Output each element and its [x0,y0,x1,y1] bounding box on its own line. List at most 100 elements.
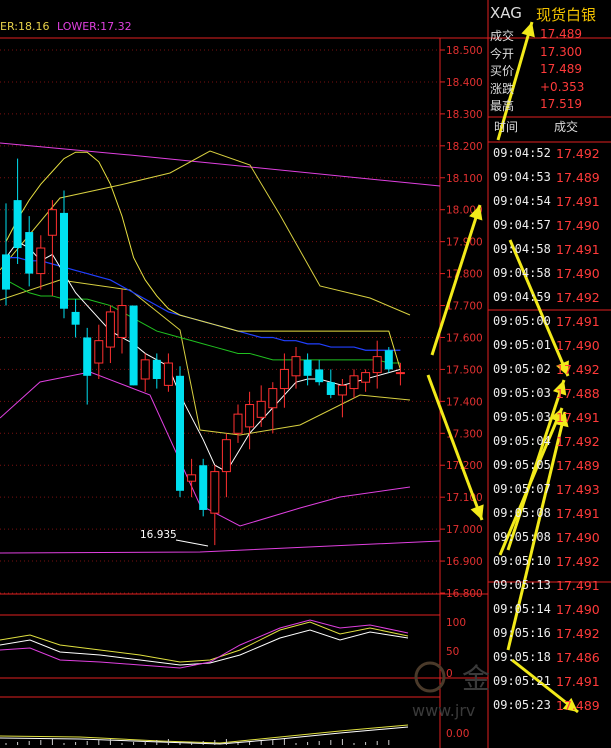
tick-row: 09:04:54 17.491 [488,191,609,214]
candle-body [337,384,347,396]
candle-body [326,382,335,395]
candle-body [199,465,208,510]
tick-time: 09:05:16 [493,626,551,640]
tick-time: 09:04:59 [493,290,551,304]
candle-body [349,375,359,390]
osc-axis-label: 0 [446,668,453,680]
tick-price: 17.490 [556,218,600,233]
tick-time: 09:05:13 [493,578,551,592]
candle-body [152,359,161,379]
candle-body [163,362,173,386]
candle-body [47,209,57,236]
tick-time: 09:04:58 [493,242,551,256]
candle-body [105,311,115,348]
price-axis-label: 18.400 [446,77,483,89]
quote-panel: XAG 现货白银 成交 17.489 今开 17.300 买价 17.489 涨跌 +0.35… [488,0,611,748]
boll-upper-line [0,142,441,187]
tick-time: 09:04:58 [493,266,551,280]
boll-legend: ER:18.16 LOWER:17.32 [0,20,132,33]
vol-ma2-line [0,726,409,745]
quote-value: 17.489 [540,62,582,76]
boll-lower-label: LOWER:17.32 [56,20,132,33]
vol-axis-label: 0.00 [446,728,469,740]
tick-price: 17.493 [556,482,600,497]
tick-time: 09:04:53 [493,170,551,184]
tick-row: 09:05:16 17.492 [488,623,609,646]
osc-axis-label: 50 [446,646,459,658]
candle-body [268,388,278,409]
tick-row: 09:05:04 17.492 [488,431,609,454]
quote-value: 17.300 [540,44,582,59]
price-axis-label: 18.500 [446,45,483,57]
ticks-header-time: 时间 [494,120,519,134]
price-axis-label: 18.300 [446,109,483,121]
tick-time: 09:05:04 [493,434,551,448]
tick-time: 09:05:02 [493,362,551,376]
tick-row: 09:05:07 17.493 [488,479,609,502]
candle-body [279,368,289,390]
tick-time: 09:05:08 [493,530,551,544]
tick-time: 09:05:08 [493,506,551,520]
candle-body [117,305,127,338]
tick-price: 17.492 [556,434,600,449]
symbol-code: XAG [490,4,522,22]
tick-price: 17.492 [556,146,600,161]
quote-row: 成交 17.489 [490,27,611,44]
candle-body [83,337,92,376]
tick-row: 09:05:14 17.490 [488,599,609,622]
tick-row: 09:05:01 17.490 [488,335,609,358]
price-axis-label: 17.000 [446,524,483,536]
price-axis-label: 18.100 [446,173,483,185]
tick-time: 09:05:14 [493,602,551,616]
tick-row: 09:05:02 17.492 [488,359,609,382]
candle-body [2,254,10,290]
price-axis-label: 16.900 [446,556,483,568]
tick-row: 09:05:21 17.491 [488,671,609,694]
low-marker-label: 16.935 [140,529,177,541]
tick-row: 09:05:18 17.486 [488,647,609,670]
tick-price: 17.492 [556,626,600,641]
tick-price: 17.491 [556,410,600,425]
tick-row: 09:05:08 17.491 [488,503,609,526]
quote-row: 今开 17.300 [490,45,611,62]
quote-label: 买价 [490,64,515,78]
tick-price: 17.490 [556,530,600,545]
vol-ma-line [0,724,409,744]
quote-label: 最高 [490,99,515,113]
candle-body [129,305,138,386]
watermark-brand: 金 [462,662,490,695]
tick-row: 09:04:52 17.492 [488,143,609,166]
candle-body [210,471,220,514]
tick-price: 17.491 [556,194,600,209]
tick-price: 17.491 [556,242,600,257]
tick-row: 09:05:03 17.488 [488,383,609,406]
tick-time: 09:04:57 [493,218,551,232]
tick-row: 09:05:23 17.489 [488,695,609,718]
tick-time: 09:04:54 [493,194,551,208]
quote-label: 今开 [490,46,515,61]
tick-time: 09:05:23 [493,698,551,712]
osc-k-line [0,621,409,663]
tick-row: 09:04:58 17.491 [488,239,609,262]
price-axis-label: 18.200 [446,141,483,153]
quote-value: 17.519 [540,97,582,111]
tick-price: 17.491 [556,506,600,521]
price-axis-label: 17.100 [446,492,483,504]
price-axis-label: 17.600 [446,332,483,344]
tick-time: 09:05:07 [493,482,551,496]
tick-time: 09:05:05 [493,458,551,472]
tick-price: 17.492 [556,290,600,305]
tick-time: 09:05:21 [493,674,551,688]
tick-row: 09:05:03 17.491 [488,407,609,430]
candle-body [256,400,266,418]
candle-body [13,200,22,249]
tick-row: 09:04:59 17.492 [488,287,609,310]
tick-price: 17.490 [556,338,600,353]
tick-row: 09:05:05 17.489 [488,455,609,478]
candle-body [60,212,68,309]
tick-price: 17.492 [556,554,600,569]
tick-price: 17.489 [556,170,600,185]
candle-body [36,247,46,275]
tick-price: 17.489 [556,458,600,473]
price-axis-label: 17.400 [446,396,483,408]
